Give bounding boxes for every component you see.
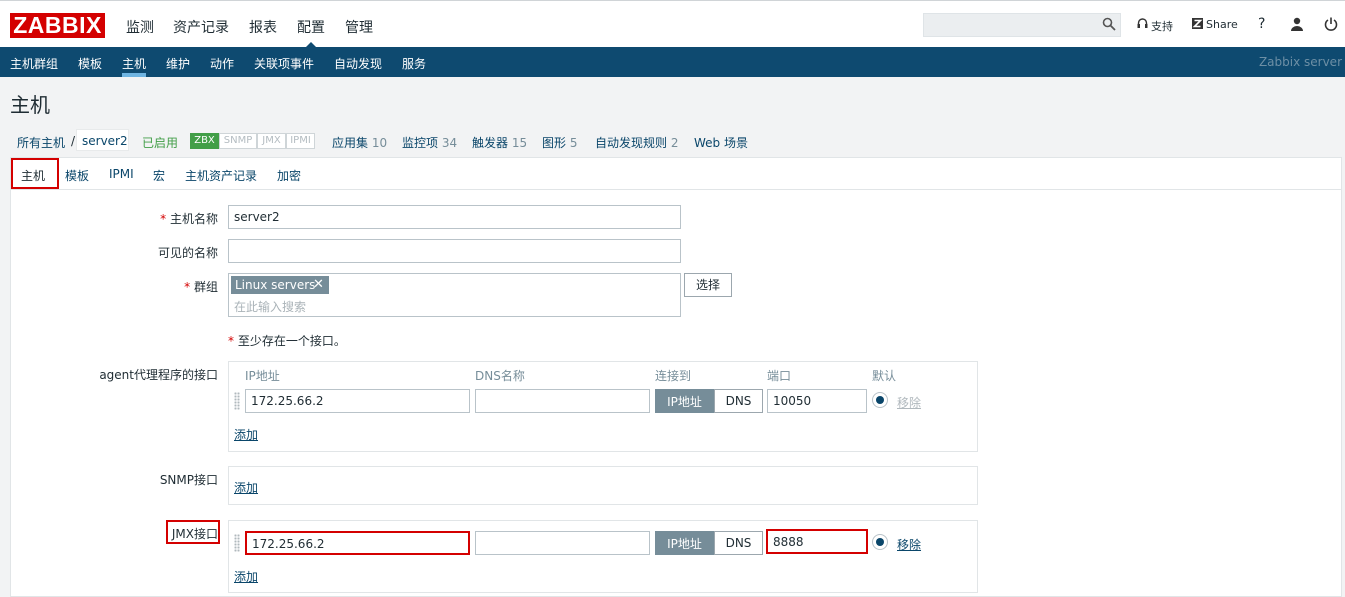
support-link[interactable]: 支持 — [1151, 18, 1173, 34]
link-items[interactable]: 监控项 34 — [402, 134, 457, 151]
jmx-connect-dns-button[interactable]: DNS — [714, 531, 763, 555]
remove-tag-icon[interactable]: ✕ — [313, 276, 324, 294]
groups-label: * 群组 — [184, 280, 218, 294]
page-title: 主机 — [10, 93, 50, 117]
interface-note: * 至少存在一个接口。 — [228, 334, 346, 348]
tabs-divider — [10, 189, 1342, 190]
link-graphs[interactable]: 图形 5 — [542, 134, 577, 151]
menu-inventory[interactable]: 资产记录 — [173, 17, 229, 37]
badge-jmx: JMX — [257, 133, 286, 149]
agent-connect-dns-button[interactable]: DNS — [714, 389, 763, 413]
submenu-actions[interactable]: 动作 — [210, 55, 234, 72]
group-search-placeholder[interactable]: 在此输入搜索 — [234, 298, 306, 315]
submenu-hosts[interactable]: 主机 — [122, 55, 146, 72]
menu-reports[interactable]: 报表 — [249, 17, 277, 37]
link-applications[interactable]: 应用集 10 — [332, 134, 387, 151]
search-input[interactable] — [923, 13, 1121, 37]
agent-port-input[interactable]: 10050 — [767, 389, 867, 413]
link-web-scenarios[interactable]: Web 场景 — [694, 134, 748, 151]
jmx-remove-link[interactable]: 移除 — [897, 536, 921, 553]
snmp-add-link[interactable]: 添加 — [234, 479, 258, 496]
share-link[interactable]: Share — [1206, 18, 1238, 31]
submenu-services[interactable]: 服务 — [402, 55, 426, 72]
agent-default-radio[interactable] — [872, 392, 888, 408]
menu-administration[interactable]: 管理 — [345, 17, 373, 37]
col-ip-address: IP地址 — [245, 369, 280, 383]
jmx-port-input[interactable]: 8888 — [766, 529, 868, 554]
col-port: 端口 — [767, 369, 792, 383]
jmx-drag-handle[interactable] — [234, 534, 240, 552]
headset-icon — [1137, 18, 1148, 28]
badge-snmp: SNMP — [219, 133, 257, 149]
breadcrumb-all-hosts[interactable]: 所有主机 — [17, 134, 65, 151]
top-header: ZABBIX 监测 资产记录 报表 配置 管理 支持 Share ? — [0, 0, 1345, 48]
agent-remove-link: 移除 — [897, 396, 922, 410]
zabbix-logo[interactable]: ZABBIX — [10, 13, 105, 38]
link-triggers[interactable]: 触发器 15 — [472, 134, 527, 151]
agent-drag-handle[interactable] — [234, 392, 240, 410]
tab-templates[interactable]: 模板 — [65, 167, 89, 184]
submenu-discovery[interactable]: 自动发现 — [334, 55, 382, 72]
visible-name-label: 可见的名称 — [157, 246, 218, 260]
agent-connect-ip-button[interactable]: IP地址 — [655, 389, 714, 413]
host-status-enabled[interactable]: 已启用 — [142, 134, 178, 151]
submenu-maintenance[interactable]: 维护 — [166, 55, 190, 72]
col-connect-to: 连接到 — [655, 369, 692, 383]
jmx-add-link[interactable]: 添加 — [234, 568, 258, 585]
host-name-label: * 主机名称 — [160, 212, 218, 226]
snmp-interface-box — [228, 466, 978, 505]
agent-ip-input[interactable]: 172.25.66.2 — [245, 389, 470, 413]
menu-configuration[interactable]: 配置 — [297, 17, 325, 37]
tab-inventory[interactable]: 主机资产记录 — [185, 167, 257, 184]
search-icon[interactable] — [1102, 17, 1116, 31]
sub-navigation: 主机群组 模板 主机 维护 动作 关联项事件 自动发现 服务 Zabbix se… — [0, 47, 1345, 77]
active-submenu-indicator — [122, 73, 146, 77]
agent-dns-input[interactable] — [475, 389, 650, 413]
col-dns-name: DNS名称 — [475, 369, 525, 383]
help-icon[interactable]: ? — [1258, 16, 1265, 32]
menu-monitoring[interactable]: 监测 — [126, 17, 154, 37]
jmx-ip-input[interactable]: 172.25.66.2 — [245, 531, 470, 555]
user-profile-icon[interactable] — [1290, 17, 1304, 31]
submenu-templates[interactable]: 模板 — [78, 55, 102, 72]
tab-host[interactable]: 主机 — [21, 167, 45, 184]
badge-ipmi: IPMI — [286, 133, 315, 149]
share-icon — [1192, 18, 1203, 29]
badge-zbx: ZBX — [190, 133, 219, 149]
submenu-host-groups[interactable]: 主机群组 — [10, 55, 58, 72]
tab-encryption[interactable]: 加密 — [277, 167, 301, 184]
submenu-event-correlation[interactable]: 关联项事件 — [254, 55, 314, 72]
agent-add-link[interactable]: 添加 — [234, 426, 258, 443]
col-default: 默认 — [872, 369, 897, 383]
tab-macros[interactable]: 宏 — [153, 167, 165, 184]
breadcrumb-separator: / — [71, 134, 76, 148]
jmx-default-radio[interactable] — [872, 534, 888, 550]
jmx-dns-input[interactable] — [475, 531, 650, 555]
logout-power-icon[interactable] — [1324, 17, 1338, 31]
breadcrumb-current-label: server2 — [82, 134, 128, 148]
visible-name-input[interactable] — [228, 239, 681, 263]
server-name: Zabbix server — [1258, 55, 1342, 69]
agent-interface-label: agent代理程序的接口 — [99, 368, 218, 382]
jmx-interface-label: JMX接口 — [171, 527, 218, 541]
select-groups-button[interactable]: 选择 — [684, 273, 732, 297]
tab-ipmi[interactable]: IPMI — [109, 167, 134, 181]
link-discovery-rules[interactable]: 自动发现规则 2 — [595, 134, 678, 151]
jmx-connect-ip-button[interactable]: IP地址 — [655, 531, 714, 555]
host-name-input[interactable]: server2 — [228, 205, 681, 229]
snmp-interface-label: SNMP接口 — [159, 473, 218, 487]
